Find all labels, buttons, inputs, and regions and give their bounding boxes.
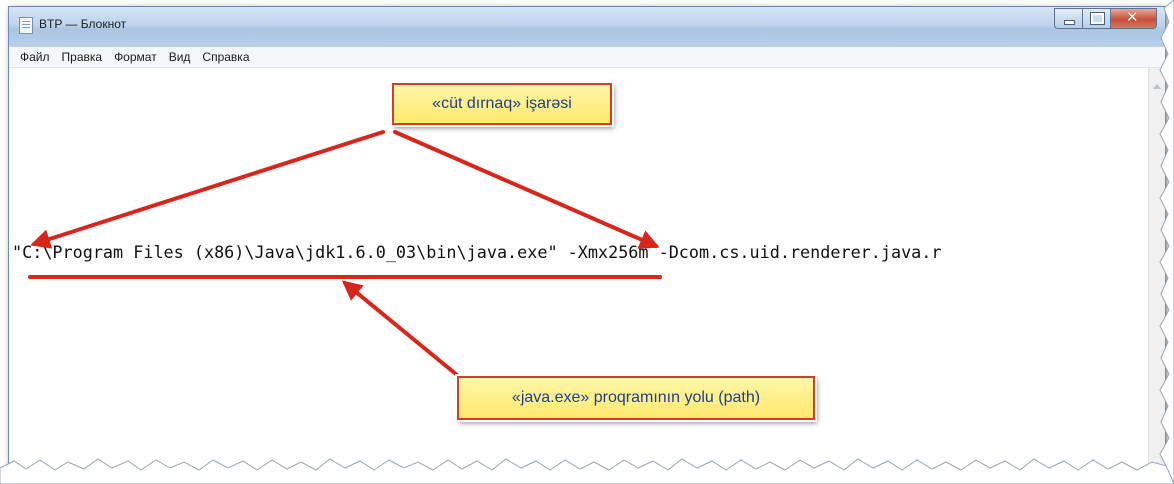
- callout-double-quotes: «cüt dırnaq» işarəsi: [392, 83, 612, 125]
- minimize-icon: [1064, 20, 1075, 25]
- menu-help[interactable]: Справка: [197, 50, 254, 64]
- callout-double-quotes-text: «cüt dırnaq» işarəsi: [432, 95, 572, 112]
- maximize-button[interactable]: [1082, 8, 1110, 29]
- menu-file[interactable]: Файл: [15, 50, 55, 64]
- minimize-button[interactable]: [1054, 8, 1082, 29]
- close-icon: ✕: [1126, 8, 1139, 26]
- editor-text-line: "C:\Program Files (x86)\Java\jdk1.6.0_03…: [12, 242, 942, 262]
- close-button[interactable]: ✕: [1110, 8, 1157, 29]
- callout-java-path-text: «java.exe» proqramının yolu (path): [511, 389, 761, 406]
- title-bar[interactable]: BTP — Блокнот ✕: [9, 7, 1165, 47]
- menu-format[interactable]: Формат: [109, 50, 162, 64]
- menu-edit[interactable]: Правка: [57, 50, 108, 64]
- notepad-icon: [19, 17, 33, 34]
- scroll-up-arrow-icon[interactable]: [1153, 84, 1161, 89]
- window-controls: ✕: [1054, 8, 1157, 29]
- vertical-scrollbar[interactable]: [1148, 68, 1165, 477]
- window-title: BTP — Блокнот: [39, 17, 127, 31]
- menu-bar: Файл Правка Формат Вид Справка: [9, 47, 1165, 68]
- menu-view[interactable]: Вид: [164, 50, 196, 64]
- maximize-icon: [1090, 12, 1105, 25]
- callout-java-path: «java.exe» proqramının yolu (path): [457, 376, 815, 420]
